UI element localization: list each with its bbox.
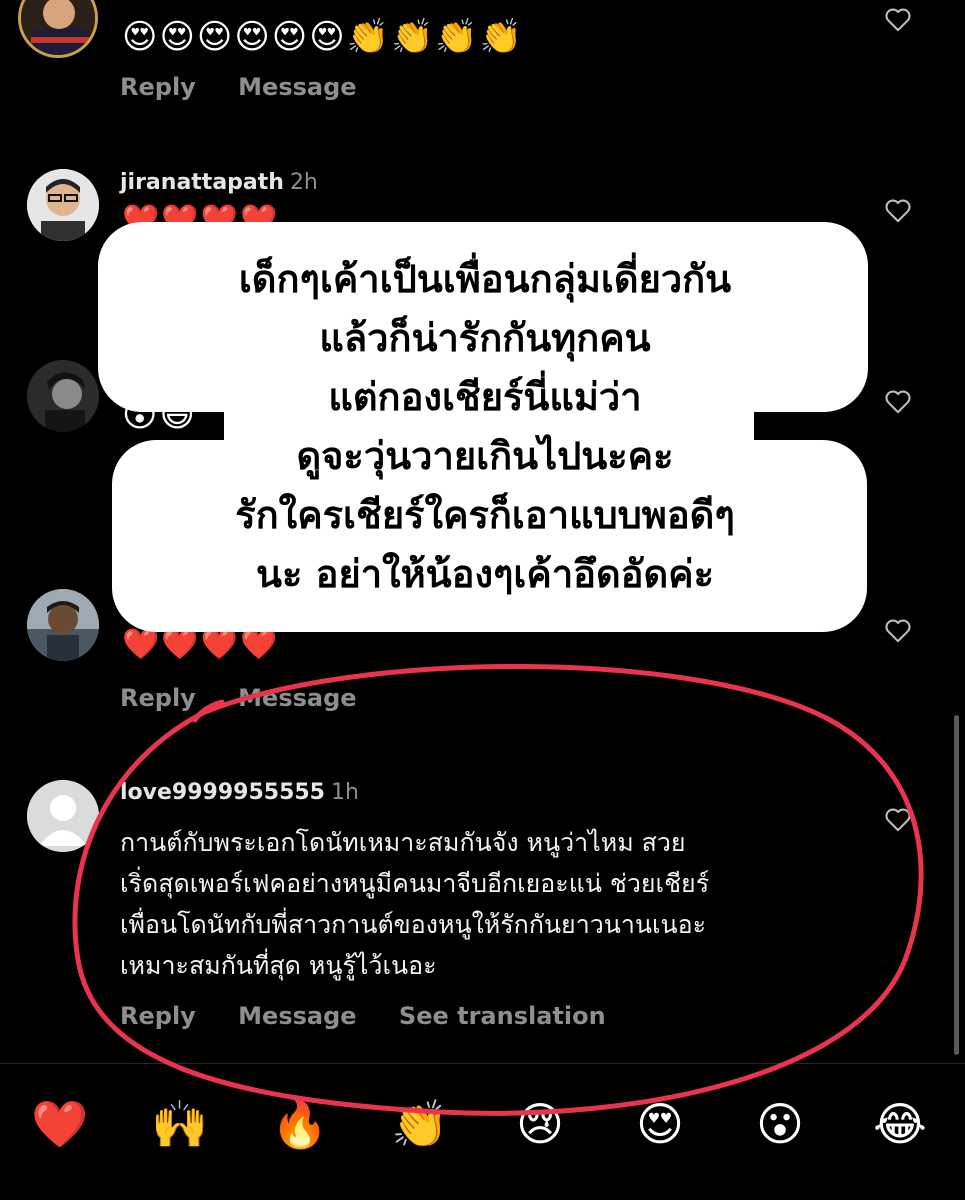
caption-line: แต่กองเชียร์นี่แม่ว่า bbox=[328, 375, 642, 419]
caption-line: รักใครเชียร์ใครก็เอาแบบพอดีๆ bbox=[235, 493, 735, 537]
avatar[interactable] bbox=[27, 589, 99, 661]
reaction-clap-icon[interactable]: 👏 bbox=[390, 1094, 450, 1154]
reply-button[interactable]: Reply bbox=[120, 684, 196, 712]
avatar[interactable] bbox=[27, 169, 99, 241]
reaction-heart-eyes-icon[interactable]: 😍 bbox=[630, 1094, 690, 1154]
caption-line: ดูจะวุ่นวายเกินไปนะคะ bbox=[296, 434, 674, 478]
comment-text: กานต์กับพระเอกโดนัทเหมาะสมกันจัง หนูว่าไ… bbox=[120, 822, 840, 986]
comment-actions: Reply Message bbox=[120, 73, 391, 101]
like-heart-icon[interactable] bbox=[884, 6, 912, 32]
message-button[interactable]: Message bbox=[238, 684, 356, 712]
comment-line: กานต์กับพระเอกโดนัทเหมาะสมกันจัง หนูว่าไ… bbox=[120, 828, 686, 857]
reaction-surprised-icon[interactable]: 😮 bbox=[750, 1094, 810, 1154]
comment-line: เพื่อนโดนัทกับพี่สาวกานต์ของหนูให้รักกัน… bbox=[120, 910, 707, 939]
comment-timestamp: 2h bbox=[289, 170, 318, 195]
comment-actions: Reply Message See translation bbox=[120, 1002, 640, 1030]
comment-emojis: 😍😍😍😍😍😍👏👏👏👏 bbox=[122, 17, 525, 57]
reply-button[interactable]: Reply bbox=[120, 73, 196, 101]
reaction-fire-icon[interactable]: 🔥 bbox=[270, 1094, 330, 1154]
reply-button[interactable]: Reply bbox=[120, 1002, 196, 1030]
message-button[interactable]: Message bbox=[238, 73, 356, 101]
comment-emojis: ❤️❤️❤️❤️ bbox=[122, 627, 280, 662]
reaction-laughing-icon[interactable]: 😂 bbox=[870, 1094, 930, 1154]
username-text[interactable]: love9999955555 bbox=[120, 780, 325, 805]
caption-line: นะ อย่าให้น้องๆเค้าอึดอัดค่ะ bbox=[256, 552, 714, 596]
reaction-bar: ❤️ 🙌 🔥 👏 😢 😍 😮 😂 bbox=[0, 1094, 965, 1164]
comment-username[interactable]: jiranattapath 2h bbox=[120, 170, 318, 195]
reaction-raised-hands-icon[interactable]: 🙌 bbox=[150, 1094, 210, 1154]
comment-timestamp: 1h bbox=[331, 780, 359, 805]
reaction-heart-icon[interactable]: ❤️ bbox=[30, 1094, 90, 1154]
comment-line: เริ่ดสุดเพอร์เฟคอย่างหนูมีคนมาจีบอีกเยอะ… bbox=[120, 869, 710, 898]
like-heart-icon[interactable] bbox=[884, 388, 912, 414]
caption-text: เด็กๆเค้าเป็นเพื่อนกลุ่มเดี่ยวกัน แล้วก็… bbox=[90, 250, 880, 604]
reaction-crying-icon[interactable]: 😢 bbox=[510, 1094, 570, 1154]
avatar[interactable] bbox=[27, 360, 99, 432]
avatar-placeholder[interactable] bbox=[27, 780, 99, 852]
divider bbox=[0, 1063, 965, 1064]
see-translation-button[interactable]: See translation bbox=[399, 1002, 606, 1030]
username-text[interactable]: jiranattapath bbox=[120, 170, 284, 195]
avatar[interactable] bbox=[18, 0, 98, 58]
like-heart-icon[interactable] bbox=[884, 197, 912, 223]
scrollbar[interactable] bbox=[954, 715, 959, 1055]
comment-actions: Reply Message bbox=[120, 684, 391, 712]
comment-line: เหมาะสมกันที่สุด หนูรู้ไว้เนอะ bbox=[120, 951, 437, 980]
message-button[interactable]: Message bbox=[238, 1002, 356, 1030]
caption-line: เด็กๆเค้าเป็นเพื่อนกลุ่มเดี่ยวกัน bbox=[238, 257, 732, 301]
like-heart-icon[interactable] bbox=[884, 806, 912, 832]
caption-line: แล้วก็น่ารักกันทุกคน bbox=[319, 316, 651, 360]
comment-username[interactable]: love9999955555 1h bbox=[120, 780, 359, 805]
like-heart-icon[interactable] bbox=[884, 617, 912, 643]
